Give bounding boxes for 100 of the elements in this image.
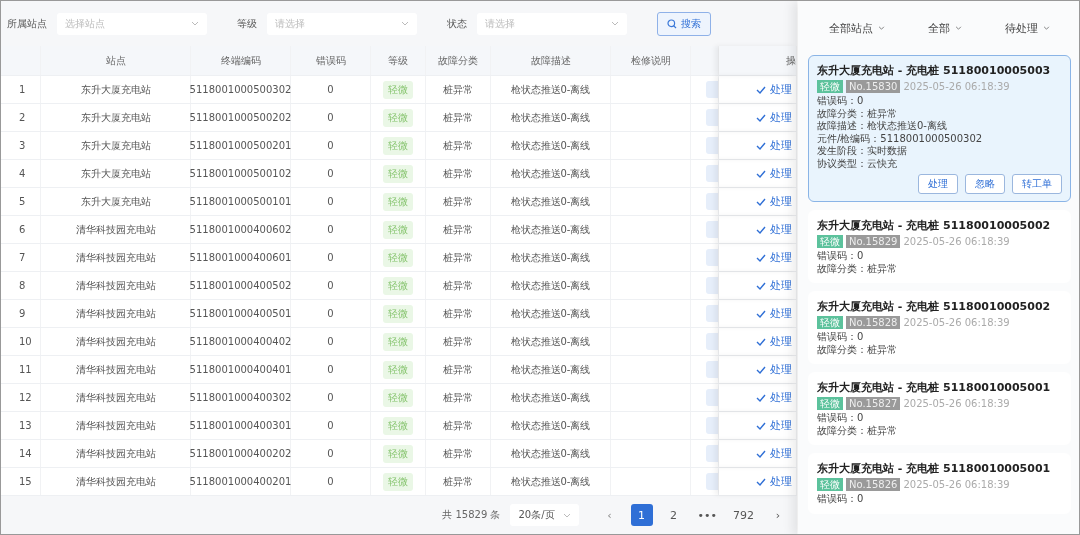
table-cell: 东升大厦充电站 (41, 188, 191, 215)
table-cell: 5118001000400501 (191, 300, 291, 327)
table-cell: 枪状态推送0-离线 (491, 468, 611, 495)
alert-card[interactable]: 东升大厦充电站 - 充电桩 51180010005002 轻微 No.15829 2025-05-26 06:18:39 错误码：0 故障分类：桩异常 (808, 210, 1071, 283)
column-header: 终端编码 (191, 46, 291, 75)
prev-page-button[interactable]: ‹ (598, 504, 621, 526)
check-icon (756, 225, 766, 234)
alert-card[interactable]: 东升大厦充电站 - 充电桩 51180010005003 轻微 No.15830 2025-05-26 06:18:39 错误码：0 故障分类：桩异常 故障描述：枪状态推送0-离线 元件/枪编码：5118001000500302 发生阶段：实时数据 协议类型：云快充 处理 忽略 转工单 (808, 55, 1071, 202)
alert-card[interactable]: 东升大厦充电站 - 充电桩 51180010005001 轻微 No.15827 2025-05-26 06:18:39 错误码：0 故障分类：桩异常 (808, 372, 1071, 445)
detail-line: 协议类型：云快充 (817, 157, 898, 170)
filter-label: 等级 (237, 16, 257, 31)
row-number: 2 (1, 104, 41, 131)
column-header: 等级 (371, 46, 426, 75)
next-page-button[interactable]: › (767, 504, 789, 526)
level-tag: 轻微 (383, 248, 413, 267)
table-cell: 东升大厦充电站 (41, 76, 191, 103)
page-button[interactable]: 792 (730, 504, 757, 526)
table-cell: 0 (291, 440, 371, 467)
process-link[interactable]: 处理 (756, 82, 792, 97)
check-icon (756, 337, 766, 346)
table-cell: 0 (291, 188, 371, 215)
level-tag: 轻微 (383, 276, 413, 295)
page-button[interactable]: 2 (662, 504, 685, 526)
column-header: 故障描述 (491, 46, 611, 75)
table-cell: 清华科技园充电站 (41, 468, 191, 495)
table-cell: 清华科技园充电站 (41, 328, 191, 355)
level-tag: 轻微 (817, 316, 843, 329)
page-button[interactable]: 1 (630, 504, 653, 526)
table-cell: 枪状态推送0-离线 (491, 384, 611, 411)
table-cell: 清华科技园充电站 (41, 216, 191, 243)
row-number: 5 (1, 188, 41, 215)
filter-dropdown[interactable]: 全部 (922, 19, 968, 37)
process-link[interactable]: 处理 (756, 110, 792, 125)
table-cell: 清华科技园充电站 (41, 356, 191, 383)
page-size-select[interactable]: 20条/页 (510, 504, 579, 526)
process-link[interactable]: 处理 (756, 166, 792, 181)
process-link[interactable]: 处理 (756, 222, 792, 237)
table-cell: 枪状态推送0-离线 (491, 356, 611, 383)
chevron-down-icon (955, 26, 962, 30)
process-link[interactable]: 处理 (756, 306, 792, 321)
table-cell: 东升大厦充电站 (41, 132, 191, 159)
process-link[interactable]: 处理 (756, 446, 792, 461)
alert-card[interactable]: 东升大厦充电站 - 充电桩 51180010005001 轻微 No.15826 2025-05-26 06:18:39 错误码：0 (808, 453, 1071, 514)
page-button[interactable]: ••• (694, 504, 720, 526)
process-link[interactable]: 处理 (756, 362, 792, 377)
table-cell: 枪状态推送0-离线 (491, 76, 611, 103)
card-action-button[interactable]: 转工单 (1012, 174, 1062, 194)
table-cell: 5118001000400201 (191, 468, 291, 495)
table-cell: 桩异常 (426, 328, 491, 355)
filter-label: 所属站点 (7, 16, 47, 31)
column-header: 检修说明 (611, 46, 691, 75)
table-cell: 0 (291, 216, 371, 243)
level-tag: 轻微 (383, 164, 413, 183)
process-link[interactable]: 处理 (756, 194, 792, 209)
detail-line: 故障分类：桩异常 (817, 343, 898, 356)
alert-card[interactable]: 东升大厦充电站 - 充电桩 51180010005002 轻微 No.15828 2025-05-26 06:18:39 错误码：0 故障分类：桩异常 (808, 291, 1071, 364)
number-tag: No.15829 (846, 235, 901, 248)
table-cell: 5118001000500101 (191, 188, 291, 215)
row-number: 1 (1, 76, 41, 103)
filter-dropdown[interactable]: 待处理 (998, 19, 1056, 37)
card-action-button[interactable]: 处理 (918, 174, 958, 194)
timestamp: 2025-05-26 06:18:39 (903, 81, 1010, 92)
table-cell: 枪状态推送0-离线 (491, 132, 611, 159)
process-link[interactable]: 处理 (756, 334, 792, 349)
level-tag: 轻微 (383, 416, 413, 435)
column-header: 故障分类 (426, 46, 491, 75)
check-icon (756, 253, 766, 262)
table-cell: 清华科技园充电站 (41, 384, 191, 411)
column-header: 错误码 (291, 46, 371, 75)
process-link[interactable]: 处理 (756, 278, 792, 293)
process-link[interactable]: 处理 (756, 250, 792, 265)
table-cell: 枪状态推送0-离线 (491, 272, 611, 299)
process-link[interactable]: 处理 (756, 390, 792, 405)
row-number: 9 (1, 300, 41, 327)
table-cell: 桩异常 (426, 412, 491, 439)
process-link[interactable]: 处理 (756, 474, 792, 489)
search-button[interactable]: 搜索 (657, 11, 711, 36)
table-cell: 桩异常 (426, 132, 491, 159)
process-link[interactable]: 处理 (756, 138, 792, 153)
detail-line: 故障分类：桩异常 (817, 107, 898, 120)
level-tag: 轻微 (383, 108, 413, 127)
table-cell: 清华科技园充电站 (41, 440, 191, 467)
table-cell: 0 (291, 160, 371, 187)
table-cell: 桩异常 (426, 440, 491, 467)
filter-dropdown[interactable]: 全部站点 (823, 19, 892, 37)
table-cell: 5118001000500202 (191, 104, 291, 131)
table-cell: 桩异常 (426, 468, 491, 495)
process-link[interactable]: 处理 (756, 418, 792, 433)
table-cell: 清华科技园充电站 (41, 272, 191, 299)
card-action-button[interactable]: 忽略 (965, 174, 1005, 194)
check-icon (756, 281, 766, 290)
table-cell: 5118001000500201 (191, 132, 291, 159)
detail-line: 错误码：0 (817, 250, 865, 263)
table-cell: 清华科技园充电站 (41, 412, 191, 439)
table-cell: 桩异常 (426, 244, 491, 271)
check-icon (756, 85, 766, 94)
check-icon (756, 309, 766, 318)
table-cell: 0 (291, 132, 371, 159)
table-cell: 0 (291, 244, 371, 271)
table-cell: 东升大厦充电站 (41, 104, 191, 131)
